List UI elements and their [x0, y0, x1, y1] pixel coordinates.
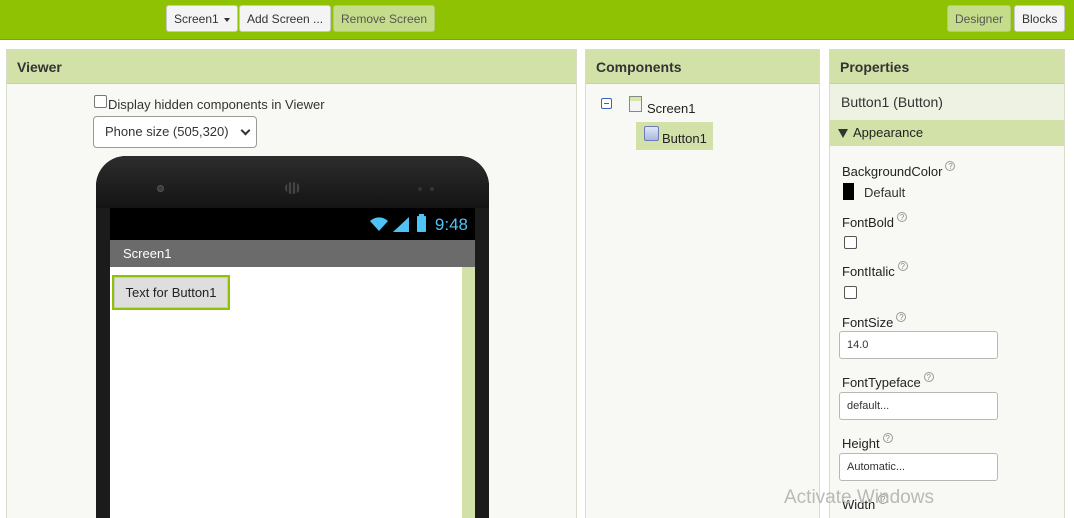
blocks-button[interactable]: Blocks	[1014, 5, 1066, 32]
remove-screen-button[interactable]: Remove Screen	[333, 5, 436, 32]
height-input[interactable]: Automatic...	[839, 453, 998, 481]
top-toolbar: Screen1 Add Screen ... Remove Screen Des…	[0, 0, 1074, 40]
help-icon[interactable]: ?	[897, 261, 908, 271]
status-time: 9:48	[434, 215, 468, 234]
activate-windows-watermark: Activate Windows	[784, 487, 934, 508]
components-panel: Components Screen1 Button1	[585, 49, 820, 518]
font-typeface-input[interactable]: default...	[839, 392, 998, 420]
phone-mockup: 9:48 Screen1 Text for Button1	[96, 156, 489, 518]
screen-icon	[629, 96, 642, 112]
caret-down-icon	[223, 17, 230, 22]
speaker-icon	[285, 182, 300, 194]
phone-size-value: Phone size (505,320)	[105, 124, 229, 139]
display-hidden-toggle[interactable]: Display hidden components in Viewer	[94, 95, 325, 112]
button-component-icon	[644, 126, 659, 141]
help-icon[interactable]: ?	[897, 212, 908, 222]
font-typeface-label: FontTypeface?	[842, 372, 934, 390]
display-hidden-label: Display hidden components in Viewer	[108, 97, 325, 112]
help-icon[interactable]: ?	[945, 161, 956, 171]
phone-screen-title: Screen1	[110, 240, 475, 267]
viewer-header: Viewer	[7, 50, 576, 84]
collapse-icon[interactable]	[601, 98, 612, 109]
properties-header: Properties	[830, 50, 1064, 84]
background-color-value[interactable]: Default	[864, 185, 905, 200]
signal-icon	[393, 217, 409, 232]
battery-icon	[417, 214, 426, 232]
designer-button[interactable]: Designer	[947, 5, 1012, 32]
screen-select-dropdown[interactable]: Screen1	[166, 5, 238, 32]
display-hidden-checkbox[interactable]	[94, 95, 107, 108]
font-size-input[interactable]: 14.0	[839, 331, 998, 359]
tree-item-button1[interactable]: Button1	[636, 122, 713, 150]
phone-status-bar: 9:48	[110, 208, 475, 240]
appearance-section-label: Appearance	[853, 125, 924, 140]
wifi-icon	[370, 217, 388, 231]
height-label: Height?	[842, 433, 893, 451]
background-color-swatch[interactable]	[843, 183, 854, 200]
sensor-icon	[418, 187, 422, 191]
tree-item-button1-label: Button1	[662, 131, 707, 146]
background-color-label: BackgroundColor?	[842, 161, 956, 179]
font-bold-checkbox[interactable]	[844, 236, 857, 249]
viewer-panel: Viewer Display hidden components in View…	[6, 49, 577, 518]
font-italic-label: FontItalic?	[842, 261, 908, 279]
phone-bezel-top	[96, 156, 489, 208]
font-bold-label: FontBold?	[842, 212, 908, 230]
camera-icon	[157, 185, 164, 192]
tree-item-screen1[interactable]: Screen1	[647, 101, 695, 116]
properties-panel: Properties Button1 (Button) Appearance B…	[829, 49, 1065, 518]
phone-screen[interactable]: Text for Button1	[110, 267, 462, 518]
font-size-label: FontSize?	[842, 312, 907, 330]
screen-select-label: Screen1	[174, 12, 219, 26]
chevron-down-icon	[240, 125, 251, 136]
font-italic-checkbox[interactable]	[844, 286, 857, 299]
phone-scrollbar[interactable]	[462, 267, 475, 518]
help-icon[interactable]: ?	[923, 372, 934, 382]
help-icon[interactable]: ?	[896, 312, 907, 322]
add-screen-button[interactable]: Add Screen ...	[239, 5, 332, 32]
components-header: Components	[586, 50, 819, 84]
selected-component-label: Button1 (Button)	[830, 84, 1064, 120]
sensor-icon	[430, 187, 434, 191]
help-icon[interactable]: ?	[882, 433, 893, 443]
phone-size-select[interactable]: Phone size (505,320)	[93, 116, 257, 148]
triangle-down-icon	[838, 128, 848, 138]
appearance-section-toggle[interactable]: Appearance	[830, 120, 1064, 146]
button1-preview[interactable]: Text for Button1	[112, 275, 230, 310]
